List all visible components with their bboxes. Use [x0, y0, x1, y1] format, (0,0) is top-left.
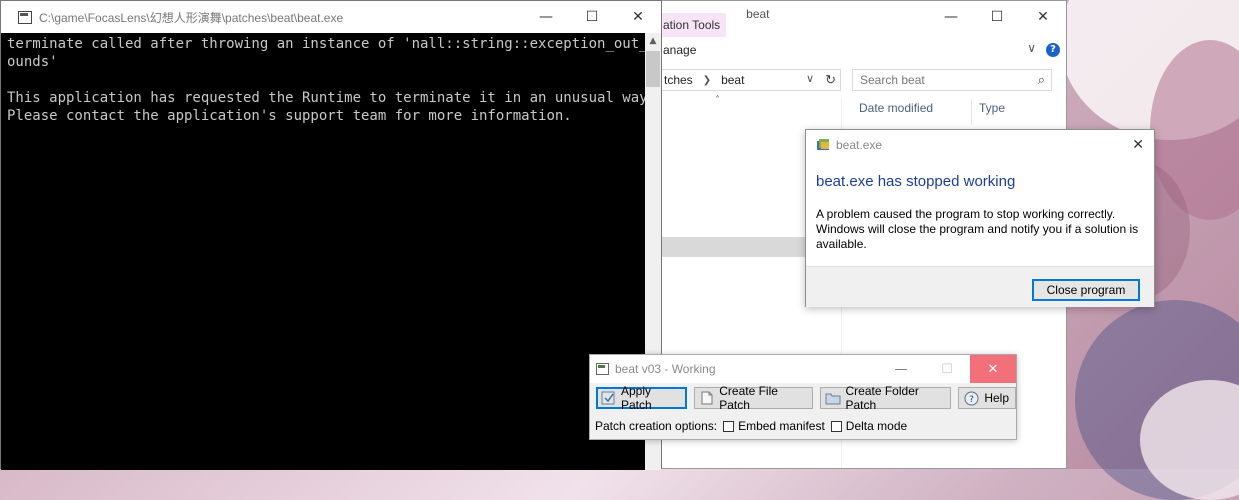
search-input[interactable]: Search beat ⌕ — [852, 69, 1052, 91]
beat-app-icon — [596, 363, 609, 375]
chevron-down-icon[interactable]: ∨ — [806, 72, 814, 85]
window-title: C:\game\FocasLens\幻想人形演舞\patches\beat\be… — [39, 10, 344, 25]
apply-patch-icon — [601, 391, 616, 405]
help-icon[interactable]: ? — [1046, 43, 1060, 57]
patch-options: Patch creation options: Embed manifest D… — [595, 419, 907, 433]
folder-icon — [825, 391, 841, 405]
beat-patcher-window[interactable]: beat v03 - Working — ☐ ✕ Apply Patch Cre… — [589, 354, 1017, 440]
minimize-icon[interactable]: — — [523, 1, 569, 33]
apply-patch-button[interactable]: Apply Patch — [596, 384, 688, 412]
scrollbar-thumb[interactable] — [646, 51, 660, 87]
create-file-patch-label: Create File Patch — [719, 384, 778, 412]
console-app-icon — [18, 10, 32, 24]
console-window[interactable]: C:\game\FocasLens\幻想人形演舞\patches\beat\be… — [0, 0, 662, 470]
close-icon[interactable]: ✕ — [970, 355, 1016, 383]
maximize-icon[interactable]: ☐ — [924, 355, 970, 383]
dialog-title: beat.exe — [836, 138, 883, 152]
file-icon — [699, 391, 714, 405]
scroll-up-icon[interactable]: ▲ — [645, 33, 661, 49]
window-title: beat — [746, 7, 770, 21]
close-icon[interactable]: ✕ — [1020, 1, 1066, 33]
close-program-button[interactable]: Close program — [1032, 279, 1140, 301]
close-icon[interactable]: ✕ — [1132, 137, 1144, 153]
help-icon: ? — [963, 391, 979, 405]
svg-text:?: ? — [969, 395, 974, 405]
address-bar[interactable]: tches ❯ beat ∨ ↻ — [649, 69, 841, 91]
options-label: Patch creation options: — [595, 419, 718, 433]
chevron-right-icon: ❯ — [702, 74, 712, 86]
sort-up-icon: ˄ — [715, 95, 720, 106]
program-icon — [816, 138, 832, 152]
dialog-message: A problem caused the program to stop wor… — [816, 207, 1139, 251]
console-output[interactable]: terminate called after throwing an insta… — [1, 33, 646, 470]
help-button[interactable]: ? Help — [958, 387, 1016, 409]
create-file-patch-button[interactable]: Create File Patch — [694, 384, 813, 412]
column-header-date-modified[interactable]: Date modified — [859, 101, 933, 115]
close-icon[interactable]: ✕ — [615, 1, 661, 33]
refresh-icon[interactable]: ↻ — [825, 72, 836, 88]
maximize-icon[interactable]: ☐ — [569, 1, 615, 33]
embed-manifest-checkbox[interactable] — [723, 420, 735, 432]
minimize-icon[interactable]: — — [928, 1, 974, 33]
embed-manifest-label[interactable]: Embed manifest — [738, 419, 825, 433]
dialog-footer: Close program — [806, 266, 1154, 307]
manage-tab[interactable]: anage — [663, 43, 696, 57]
create-folder-patch-label: Create Folder Patch — [845, 384, 919, 412]
help-label: Help — [984, 391, 1009, 405]
breadcrumb-item[interactable]: beat — [721, 73, 744, 87]
maximize-icon[interactable]: ☐ — [974, 1, 1020, 33]
delta-mode-checkbox[interactable] — [830, 420, 842, 432]
search-placeholder: Search beat — [860, 73, 925, 87]
dialog-heading: beat.exe has stopped working — [816, 173, 1016, 190]
chevron-down-icon[interactable]: ∨ — [1027, 41, 1036, 55]
column-separator[interactable] — [971, 99, 972, 125]
search-icon[interactable]: ⌕ — [1038, 72, 1045, 88]
delta-mode-label[interactable]: Delta mode — [846, 419, 907, 433]
window-title: beat v03 - Working — [615, 362, 716, 376]
create-folder-patch-button[interactable]: Create Folder Patch — [819, 384, 952, 412]
column-header-type[interactable]: Type — [979, 101, 1005, 115]
crash-dialog[interactable]: beat.exe ✕ beat.exe has stopped working … — [805, 129, 1155, 307]
apply-patch-label: Apply Patch — [621, 384, 652, 412]
minimize-icon[interactable]: — — [878, 355, 924, 383]
